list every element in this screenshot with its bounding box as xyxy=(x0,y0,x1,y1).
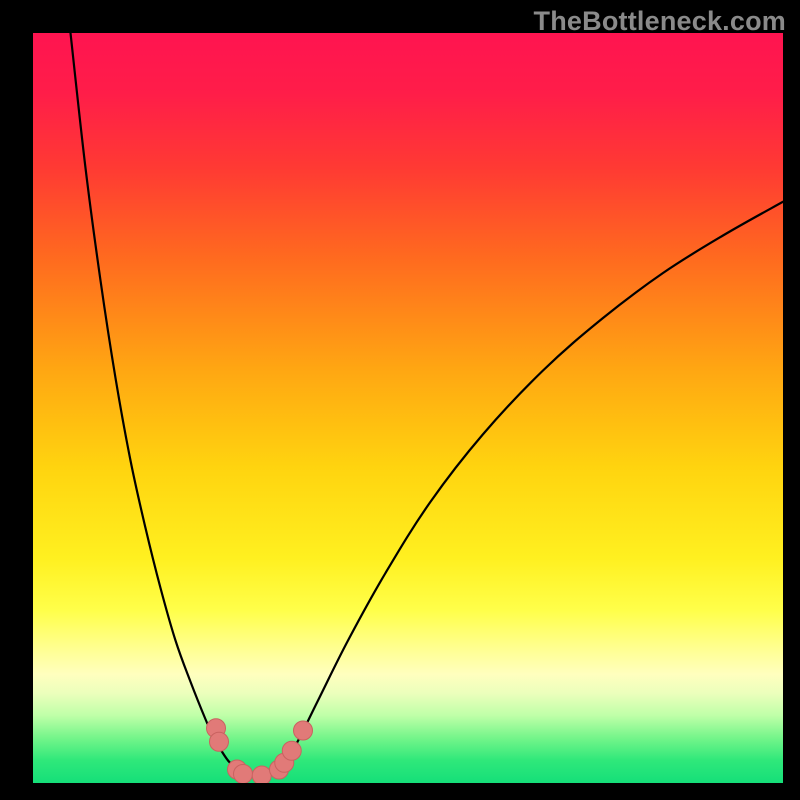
gradient-background xyxy=(33,33,783,783)
data-marker xyxy=(252,766,271,783)
data-marker xyxy=(294,721,313,740)
plot-area xyxy=(33,33,783,783)
chart-frame: TheBottleneck.com xyxy=(0,0,800,800)
data-marker xyxy=(234,765,253,784)
data-marker xyxy=(210,732,229,751)
watermark-text: TheBottleneck.com xyxy=(534,6,786,37)
chart-svg xyxy=(33,33,783,783)
data-marker xyxy=(282,741,301,760)
